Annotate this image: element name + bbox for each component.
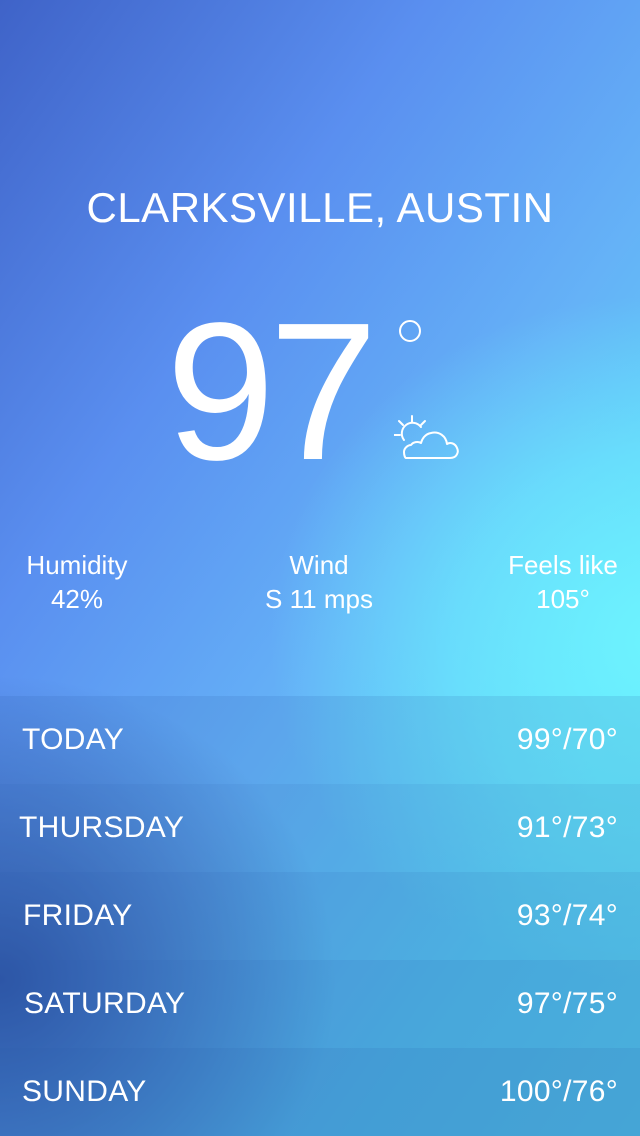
humidity-label: Humidity bbox=[26, 550, 128, 580]
forecast-day: SATURDAY bbox=[24, 987, 186, 1020]
humidity-stat: Humidity 42% bbox=[0, 548, 177, 616]
weather-screen: CLARKSVILLE, AUSTIN 97 Humidity 42% Wind… bbox=[0, 0, 640, 1136]
feels-like-stat: Feels like 105° bbox=[463, 548, 640, 616]
forecast-high-low: 100°/76° bbox=[499, 1075, 618, 1108]
partly-cloudy-icon bbox=[394, 415, 459, 459]
forecast-row-today[interactable]: TODAY 99°/70° bbox=[0, 696, 640, 784]
wind-label: Wind bbox=[289, 550, 349, 580]
forecast-day: SUNDAY bbox=[22, 1075, 147, 1108]
feels-like-label: Feels like bbox=[508, 550, 618, 580]
feels-like-value: 105° bbox=[536, 584, 590, 614]
forecast-row-saturday[interactable]: SATURDAY 97°/75° bbox=[0, 960, 640, 1048]
location-title: CLARKSVILLE, AUSTIN bbox=[86, 184, 554, 231]
forecast-row-thursday[interactable]: THURSDAY 91°/73° bbox=[0, 784, 640, 872]
forecast-high-low: 97°/75° bbox=[516, 987, 618, 1020]
humidity-value: 42% bbox=[50, 584, 104, 614]
wind-value: S 11 mps bbox=[265, 584, 373, 614]
forecast-row-friday[interactable]: FRIDAY 93°/74° bbox=[0, 872, 640, 960]
forecast-day: FRIDAY bbox=[23, 899, 133, 932]
forecast-high-low: 99°/70° bbox=[516, 723, 618, 756]
wind-stat: Wind S 11 mps bbox=[219, 548, 419, 616]
forecast-high-low: 93°/74° bbox=[516, 899, 618, 932]
degree-symbol-icon bbox=[399, 320, 421, 342]
current-temperature: 97 bbox=[166, 282, 378, 501]
forecast-list: TODAY 99°/70° THURSDAY 91°/73° FRIDAY 93… bbox=[0, 696, 640, 1136]
forecast-high-low: 91°/73° bbox=[516, 811, 618, 844]
forecast-day: TODAY bbox=[22, 723, 125, 756]
forecast-day: THURSDAY bbox=[19, 811, 185, 844]
forecast-row-sunday[interactable]: SUNDAY 100°/76° bbox=[0, 1048, 640, 1136]
